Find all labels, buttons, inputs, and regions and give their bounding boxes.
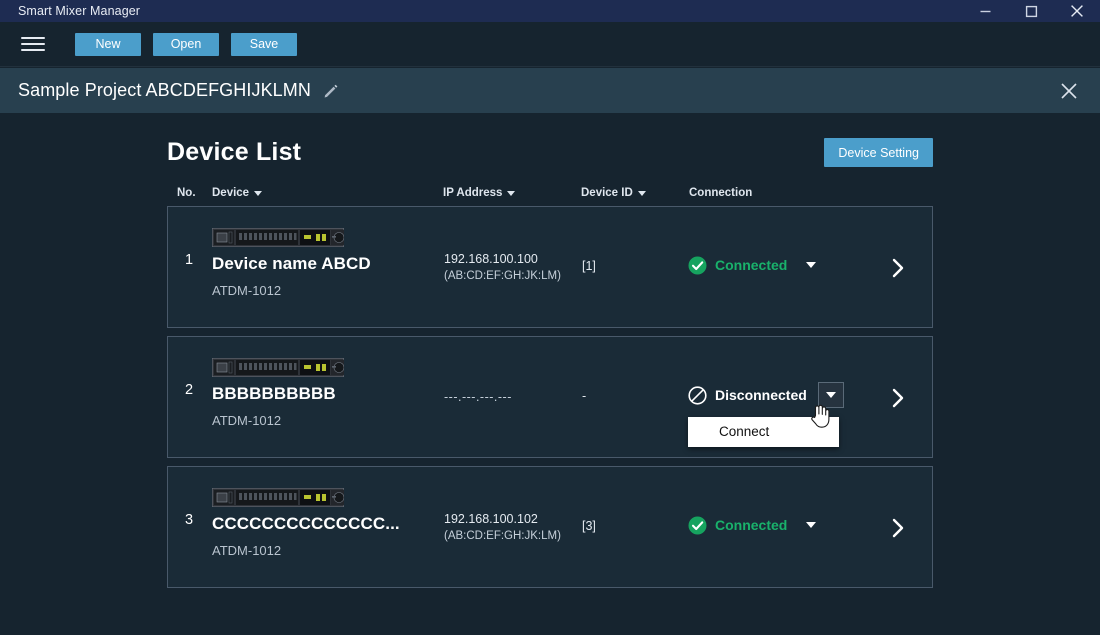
chevron-down-icon	[254, 190, 263, 196]
column-header-ip-address[interactable]: IP Address	[443, 187, 516, 199]
minimize-button[interactable]	[962, 0, 1008, 22]
open-button[interactable]: Open	[153, 32, 219, 56]
connection-dropdown-button[interactable]	[798, 512, 824, 538]
device-model: ATDM-1012	[212, 283, 282, 298]
device-ip-value: 192.168.100.100	[444, 252, 538, 266]
chevron-down-icon	[806, 262, 817, 268]
device-ip-address: 192.168.100.102 (AB:CD:EF:GH:JK:LM)	[444, 511, 561, 545]
project-close-button[interactable]	[1056, 78, 1082, 104]
window-titlebar: Smart Mixer Manager	[0, 0, 1100, 22]
main-toolbar: New Open Save	[0, 22, 1100, 67]
device-setting-button[interactable]: Device Setting	[824, 138, 933, 167]
device-list: 1 Device name ABCD ATDM-1012 192.168.100…	[167, 206, 933, 596]
row-number: 2	[184, 382, 194, 398]
device-thumbnail-icon	[211, 487, 345, 508]
device-ip-address: 192.168.100.100 (AB:CD:EF:GH:JK:LM)	[444, 251, 561, 285]
table-row[interactable]: 1 Device name ABCD ATDM-1012 192.168.100…	[167, 206, 933, 328]
column-headers: No. Device IP Address Device ID Connecti…	[167, 187, 933, 207]
column-header-device-id[interactable]: Device ID	[581, 187, 646, 199]
window-title: Smart Mixer Manager	[18, 4, 141, 18]
mouse-cursor-hand-icon	[810, 403, 831, 429]
table-row[interactable]: 3 CCCCCCCCCCCCCC... ATDM-1012 192.168.10…	[167, 466, 933, 588]
device-name: BBBBBBBBBB	[212, 384, 336, 403]
device-id: [3]	[582, 519, 596, 533]
chevron-right-icon[interactable]	[890, 257, 906, 279]
content-area: Device List Device Setting No. Device IP…	[0, 113, 1100, 635]
row-number: 1	[184, 252, 194, 268]
connection-status-label: Connected	[715, 257, 788, 273]
save-button[interactable]: Save	[231, 32, 297, 56]
chevron-down-icon	[507, 190, 516, 196]
chevron-down-icon	[825, 392, 836, 398]
device-ip-address: ---.---.---.---	[444, 389, 512, 406]
new-button[interactable]: New	[75, 32, 141, 56]
chevron-right-icon[interactable]	[890, 517, 906, 539]
block-circle-icon	[688, 385, 707, 405]
device-model: ATDM-1012	[212, 543, 282, 558]
column-header-no: No.	[177, 187, 196, 199]
connection-status: Connected	[688, 252, 824, 278]
device-ip-value: 192.168.100.102	[444, 512, 538, 526]
chevron-right-icon[interactable]	[890, 387, 906, 409]
list-header: Device List Device Setting	[167, 138, 933, 167]
device-mac-address: (AB:CD:EF:GH:JK:LM)	[444, 530, 561, 542]
connection-status-label: Connected	[715, 517, 788, 533]
project-bar: Sample Project ABCDEFGHIJKLMN	[0, 68, 1100, 113]
column-header-connection: Connection	[689, 187, 752, 199]
column-header-connection-label: Connection	[689, 187, 753, 199]
pencil-icon[interactable]	[323, 83, 339, 99]
project-title: Sample Project ABCDEFGHIJKLMN	[18, 80, 311, 100]
chevron-down-icon	[637, 190, 646, 196]
check-circle-icon	[688, 256, 707, 275]
device-name: CCCCCCCCCCCCCC...	[212, 514, 400, 533]
column-header-no-label: No.	[177, 187, 196, 199]
device-thumbnail-icon	[211, 357, 345, 378]
connection-status-label: Disconnected	[715, 387, 807, 403]
row-number: 3	[184, 512, 194, 528]
connection-status: Connected	[688, 512, 824, 538]
device-id: [1]	[582, 259, 596, 273]
device-ip-value: ---.---.---.---	[444, 390, 512, 404]
device-name: Device name ABCD	[212, 254, 371, 273]
device-id: -	[582, 389, 587, 403]
check-circle-icon	[688, 516, 707, 535]
column-header-device[interactable]: Device	[212, 187, 263, 199]
close-button[interactable]	[1054, 0, 1100, 22]
app-window: Smart Mixer Manager New Open Save Sample…	[0, 0, 1100, 635]
device-thumbnail-icon	[211, 227, 345, 248]
device-model: ATDM-1012	[212, 413, 282, 428]
connection-dropdown-button[interactable]	[798, 252, 824, 278]
chevron-down-icon	[806, 522, 817, 528]
column-header-ip-label: IP Address	[443, 187, 503, 199]
hamburger-menu-icon[interactable]	[18, 33, 48, 55]
maximize-button[interactable]	[1008, 0, 1054, 22]
page-title: Device List	[167, 138, 302, 166]
device-mac-address: (AB:CD:EF:GH:JK:LM)	[444, 270, 561, 282]
column-header-device-id-label: Device ID	[581, 187, 633, 199]
column-header-device-label: Device	[212, 187, 250, 199]
window-controls	[962, 0, 1100, 22]
